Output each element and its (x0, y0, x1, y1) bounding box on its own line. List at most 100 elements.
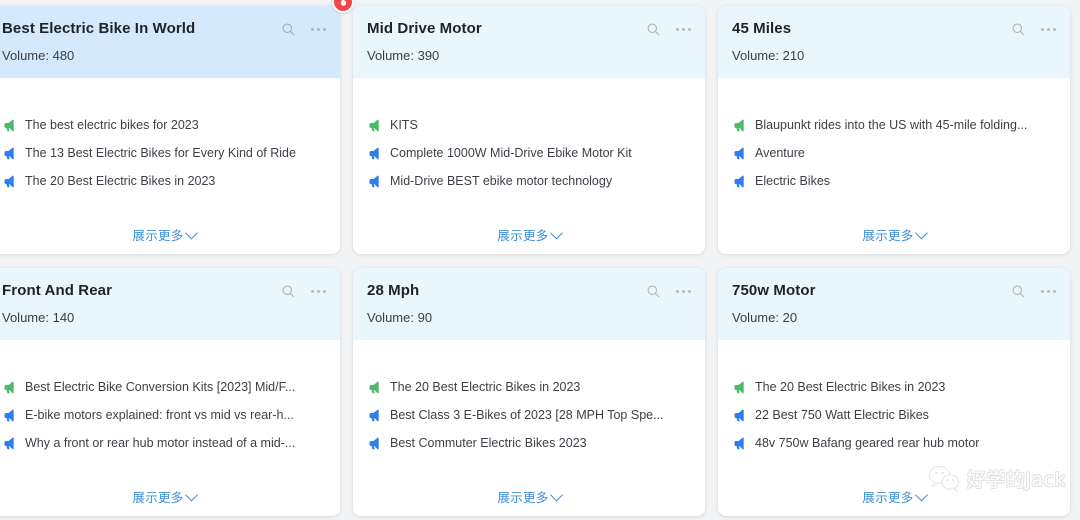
show-more-button[interactable]: 展示更多 (497, 487, 563, 506)
keyword-list-item[interactable]: Why a front or rear hub motor instead of… (2, 429, 326, 457)
card-volume: Volume: 390 (367, 48, 440, 63)
chevron-down-icon (184, 226, 198, 240)
keyword-card[interactable]: 750w Motor Volume: 20 The 20 Best Electric… (718, 268, 1070, 516)
megaphone-icon (734, 381, 744, 393)
chevron-down-icon (184, 488, 198, 502)
more-options-button[interactable] (310, 21, 326, 37)
card-footer: 展示更多 (0, 476, 340, 516)
megaphone-icon (369, 119, 379, 131)
search-button[interactable] (280, 283, 296, 299)
keyword-list-item[interactable]: Electric Bikes (732, 167, 1056, 195)
card-volume: Volume: 210 (732, 48, 805, 63)
card-volume: Volume: 90 (367, 310, 433, 325)
show-more-label: 展示更多 (862, 229, 914, 243)
search-icon (1012, 285, 1024, 297)
card-header-actions (280, 280, 326, 299)
card-title: Mid Drive Motor (367, 20, 482, 37)
card-volume: Volume: 480 (2, 48, 75, 63)
keyword-text: Best Electric Bike Conversion Kits [2023… (25, 380, 296, 394)
card-header-actions (645, 280, 691, 299)
keyword-list-item[interactable]: Complete 1000W Mid-Drive Ebike Motor Kit (367, 139, 691, 167)
show-more-button[interactable]: 展示更多 (132, 225, 198, 244)
megaphone-icon (734, 175, 744, 187)
keyword-list-item[interactable]: The 13 Best Electric Bikes for Every Kin… (2, 139, 326, 167)
keyword-list-item[interactable]: The 20 Best Electric Bikes in 2023 (367, 373, 691, 401)
keyword-list-item[interactable]: E-bike motors explained: front vs mid vs… (2, 401, 326, 429)
keyword-card[interactable]: Best Electric Bike In World Volume: 480 Th… (0, 6, 340, 254)
card-footer: 展示更多 (353, 214, 705, 254)
keyword-text: The best electric bikes for 2023 (25, 118, 199, 132)
keyword-list-item[interactable]: Best Electric Bike Conversion Kits [2023… (2, 373, 326, 401)
search-button[interactable] (280, 21, 296, 37)
card-footer: 展示更多 (718, 214, 1070, 254)
keyword-list-item[interactable]: The best electric bikes for 2023 (2, 111, 326, 139)
show-more-button[interactable]: 展示更多 (132, 487, 198, 506)
card-footer: 展示更多 (718, 476, 1070, 516)
keyword-card[interactable]: 45 Miles Volume: 210 Blaupunkt rides into … (718, 6, 1070, 254)
card-header: Mid Drive Motor Volume: 390 (353, 6, 705, 78)
megaphone-icon (4, 119, 14, 131)
keyword-list-item[interactable]: Best Class 3 E-Bikes of 2023 [28 MPH Top… (367, 401, 691, 429)
more-options-icon (1040, 27, 1056, 31)
card-header-actions (645, 18, 691, 37)
megaphone-icon (4, 381, 14, 393)
more-options-icon (310, 27, 326, 31)
flame-icon (340, 0, 347, 6)
keyword-list-item[interactable]: Blaupunkt rides into the US with 45-mile… (732, 111, 1056, 139)
card-title-row: 750w Motor (732, 280, 1056, 301)
keyword-text: The 20 Best Electric Bikes in 2023 (755, 380, 946, 394)
card-header-actions (1010, 280, 1056, 299)
keyword-list-item[interactable]: The 20 Best Electric Bikes in 2023 (732, 373, 1056, 401)
show-more-label: 展示更多 (862, 491, 914, 505)
more-options-button[interactable] (675, 283, 691, 299)
show-more-label: 展示更多 (497, 491, 549, 505)
keyword-text: The 20 Best Electric Bikes in 2023 (25, 174, 216, 188)
show-more-label: 展示更多 (132, 229, 184, 243)
keyword-text: Mid-Drive BEST ebike motor technology (390, 174, 613, 188)
keyword-card[interactable]: Mid Drive Motor Volume: 390 KITS Complete 1… (353, 6, 705, 254)
megaphone-icon (4, 147, 14, 159)
show-more-label: 展示更多 (497, 229, 549, 243)
search-button[interactable] (645, 21, 661, 37)
card-title-row: 28 Mph (367, 280, 691, 301)
card-title: Best Electric Bike In World (2, 20, 196, 37)
card-volume: Volume: 140 (2, 310, 75, 325)
more-options-button[interactable] (1040, 283, 1056, 299)
search-button[interactable] (645, 283, 661, 299)
more-options-button[interactable] (310, 283, 326, 299)
keyword-list-item[interactable]: Aventure (732, 139, 1056, 167)
card-title-row: 45 Miles (732, 18, 1056, 39)
more-options-button[interactable] (675, 21, 691, 37)
megaphone-icon (734, 409, 744, 421)
keyword-card[interactable]: 28 Mph Volume: 90 The 20 Best Electric Bik… (353, 268, 705, 516)
search-button[interactable] (1010, 21, 1026, 37)
keyword-list-item[interactable]: Mid-Drive BEST ebike motor technology (367, 167, 691, 195)
megaphone-icon (4, 437, 14, 449)
keyword-list-item[interactable]: Best Commuter Electric Bikes 2023 (367, 429, 691, 457)
megaphone-icon (369, 437, 379, 449)
card-header: 28 Mph Volume: 90 (353, 268, 705, 340)
card-footer: 展示更多 (353, 476, 705, 516)
card-keyword-list: KITS Complete 1000W Mid-Drive Ebike Motor… (353, 78, 705, 214)
card-header-actions (280, 18, 326, 37)
card-header: Best Electric Bike In World Volume: 480 (0, 6, 340, 78)
keyword-text: 48v 750w Bafang geared rear hub motor (755, 436, 980, 450)
keyword-list-item[interactable]: 22 Best 750 Watt Electric Bikes (732, 401, 1056, 429)
keyword-text: Complete 1000W Mid-Drive Ebike Motor Kit (390, 146, 632, 160)
keyword-text: The 20 Best Electric Bikes in 2023 (390, 380, 581, 394)
search-button[interactable] (1010, 283, 1026, 299)
more-options-button[interactable] (1040, 21, 1056, 37)
card-title: Front And Rear (2, 282, 113, 299)
more-options-icon (675, 289, 691, 293)
keyword-list-item[interactable]: KITS (367, 111, 691, 139)
chevron-down-icon (914, 226, 928, 240)
keyword-card[interactable]: Front And Rear Volume: 140 Best Electric B… (0, 268, 340, 516)
show-more-button[interactable]: 展示更多 (862, 487, 928, 506)
show-more-button[interactable]: 展示更多 (862, 225, 928, 244)
megaphone-icon (734, 119, 744, 131)
megaphone-icon (369, 381, 379, 393)
keyword-list-item[interactable]: The 20 Best Electric Bikes in 2023 (2, 167, 326, 195)
keyword-list-item[interactable]: 48v 750w Bafang geared rear hub motor (732, 429, 1056, 457)
keyword-text: 22 Best 750 Watt Electric Bikes (755, 408, 929, 422)
show-more-button[interactable]: 展示更多 (497, 225, 563, 244)
